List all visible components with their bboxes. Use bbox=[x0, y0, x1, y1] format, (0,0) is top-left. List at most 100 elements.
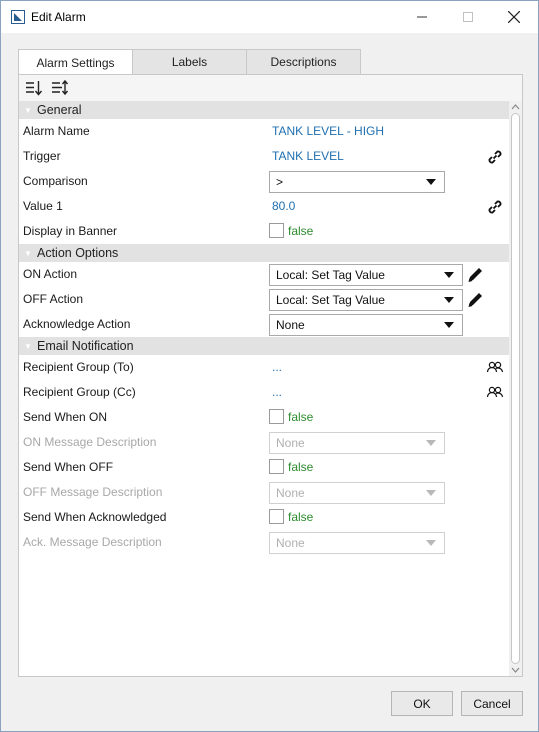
send-when-off-label: Send When OFF bbox=[23, 460, 114, 474]
row-send-when-on: Send When ON false bbox=[19, 405, 509, 430]
comparison-label: Comparison bbox=[23, 174, 88, 188]
title-bar[interactable]: Edit Alarm bbox=[1, 1, 538, 33]
dropdown-arrow-icon bbox=[426, 490, 436, 496]
minimize-icon bbox=[417, 16, 427, 18]
row-display-in-banner: Display in Banner false bbox=[19, 219, 509, 244]
app-icon bbox=[11, 10, 25, 24]
on-action-value: Local: Set Tag Value bbox=[276, 268, 385, 282]
row-alarm-name: Alarm Name TANK LEVEL - HIGH bbox=[19, 119, 509, 144]
acknowledge-action-value: None bbox=[276, 318, 305, 332]
off-action-dropdown[interactable]: Local: Set Tag Value bbox=[269, 289, 463, 311]
display-in-banner-checkbox[interactable] bbox=[269, 223, 284, 238]
send-when-off-checkbox[interactable] bbox=[269, 459, 284, 474]
row-on-message-description: ON Message Description None bbox=[19, 430, 509, 455]
scrollbar-thumb[interactable] bbox=[511, 113, 520, 664]
collapse-icon[interactable]: ▼ bbox=[19, 342, 37, 351]
on-action-label: ON Action bbox=[23, 267, 78, 281]
close-icon bbox=[508, 11, 520, 23]
dropdown-arrow-icon bbox=[426, 440, 436, 446]
tab-descriptions[interactable]: Descriptions bbox=[246, 49, 361, 74]
dropdown-arrow-icon bbox=[444, 322, 454, 328]
ack-message-description-label: Ack. Message Description bbox=[23, 535, 162, 549]
ack-message-description-dropdown: None bbox=[269, 532, 445, 554]
comparison-value: > bbox=[276, 175, 284, 189]
trigger-value[interactable]: TANK LEVEL bbox=[272, 149, 344, 163]
on-message-description-dropdown: None bbox=[269, 432, 445, 454]
collapse-icon[interactable]: ▼ bbox=[19, 249, 37, 258]
dropdown-arrow-icon bbox=[426, 179, 436, 185]
display-in-banner-value: false bbox=[288, 224, 314, 238]
value1-value[interactable]: 80.0 bbox=[272, 199, 295, 213]
section-email-notification[interactable]: ▼ Email Notification bbox=[19, 337, 509, 355]
section-action-options[interactable]: ▼ Action Options bbox=[19, 244, 509, 262]
tab-alarm-settings[interactable]: Alarm Settings bbox=[18, 49, 133, 75]
users-icon[interactable] bbox=[486, 384, 504, 402]
property-toolbar bbox=[19, 75, 522, 101]
link-icon[interactable] bbox=[486, 148, 504, 166]
recipient-to-label: Recipient Group (To) bbox=[23, 360, 134, 374]
collapse-icon[interactable]: ▼ bbox=[19, 106, 37, 115]
section-title: Email Notification bbox=[37, 339, 134, 353]
acknowledge-action-dropdown[interactable]: None bbox=[269, 314, 463, 336]
on-message-description-value: None bbox=[276, 436, 305, 450]
vertical-scrollbar[interactable] bbox=[509, 101, 522, 676]
minimize-button[interactable] bbox=[399, 1, 445, 33]
tab-strip: Alarm Settings Labels Descriptions bbox=[18, 49, 361, 75]
row-acknowledge-action: Acknowledge Action None bbox=[19, 312, 509, 337]
sort-custom-icon[interactable] bbox=[51, 79, 69, 97]
comparison-dropdown[interactable]: > bbox=[269, 171, 445, 193]
section-title: General bbox=[37, 103, 82, 117]
alarm-name-value[interactable]: TANK LEVEL - HIGH bbox=[272, 124, 384, 138]
sort-descending-icon[interactable] bbox=[25, 79, 43, 97]
edit-pencil-icon[interactable] bbox=[465, 290, 485, 310]
edit-alarm-window: Edit Alarm Alarm Settings Labels Descrip… bbox=[0, 0, 539, 732]
users-icon[interactable] bbox=[486, 359, 504, 377]
send-when-on-checkbox[interactable] bbox=[269, 409, 284, 424]
send-when-on-label: Send When ON bbox=[23, 410, 108, 424]
maximize-button[interactable] bbox=[445, 1, 491, 33]
value1-label: Value 1 bbox=[23, 199, 63, 213]
off-message-description-label: OFF Message Description bbox=[23, 485, 163, 499]
send-when-acknowledged-value: false bbox=[288, 510, 314, 524]
row-send-when-off: Send When OFF false bbox=[19, 455, 509, 480]
send-when-on-value: false bbox=[288, 410, 314, 424]
scroll-up-icon[interactable] bbox=[511, 103, 520, 111]
row-on-action: ON Action Local: Set Tag Value bbox=[19, 262, 509, 287]
row-trigger: Trigger TANK LEVEL bbox=[19, 144, 509, 169]
link-icon[interactable] bbox=[486, 198, 504, 216]
row-comparison: Comparison > bbox=[19, 169, 509, 194]
recipient-cc-label: Recipient Group (Cc) bbox=[23, 385, 136, 399]
recipient-to-value[interactable]: ... bbox=[272, 360, 282, 374]
scroll-down-icon[interactable] bbox=[511, 666, 520, 674]
row-recipient-to: Recipient Group (To) ... bbox=[19, 355, 509, 380]
ok-button[interactable]: OK bbox=[391, 691, 453, 716]
section-title: Action Options bbox=[37, 246, 119, 260]
window-title: Edit Alarm bbox=[31, 10, 86, 24]
display-in-banner-label: Display in Banner bbox=[23, 224, 118, 238]
row-value1: Value 1 80.0 bbox=[19, 194, 509, 219]
dropdown-arrow-icon bbox=[426, 540, 436, 546]
trigger-label: Trigger bbox=[23, 149, 61, 163]
send-when-off-value: false bbox=[288, 460, 314, 474]
off-action-label: OFF Action bbox=[23, 292, 84, 306]
recipient-cc-value[interactable]: ... bbox=[272, 385, 282, 399]
dropdown-arrow-icon bbox=[444, 297, 454, 303]
row-off-message-description: OFF Message Description None bbox=[19, 480, 509, 505]
alarm-name-label: Alarm Name bbox=[23, 124, 90, 138]
ack-message-description-value: None bbox=[276, 536, 305, 550]
send-when-acknowledged-checkbox[interactable] bbox=[269, 509, 284, 524]
acknowledge-action-label: Acknowledge Action bbox=[23, 317, 131, 331]
property-grid: ▼ General Alarm Name TANK LEVEL - HIGH T… bbox=[19, 101, 509, 555]
row-send-when-acknowledged: Send When Acknowledged false bbox=[19, 505, 509, 530]
cancel-button[interactable]: Cancel bbox=[461, 691, 523, 716]
edit-pencil-icon[interactable] bbox=[465, 265, 485, 285]
off-action-value: Local: Set Tag Value bbox=[276, 293, 385, 307]
tab-labels[interactable]: Labels bbox=[132, 49, 247, 74]
row-off-action: OFF Action Local: Set Tag Value bbox=[19, 287, 509, 312]
dropdown-arrow-icon bbox=[444, 272, 454, 278]
row-ack-message-description: Ack. Message Description None bbox=[19, 530, 509, 555]
section-general[interactable]: ▼ General bbox=[19, 101, 509, 119]
on-action-dropdown[interactable]: Local: Set Tag Value bbox=[269, 264, 463, 286]
close-button[interactable] bbox=[491, 1, 537, 33]
send-when-acknowledged-label: Send When Acknowledged bbox=[23, 510, 167, 524]
